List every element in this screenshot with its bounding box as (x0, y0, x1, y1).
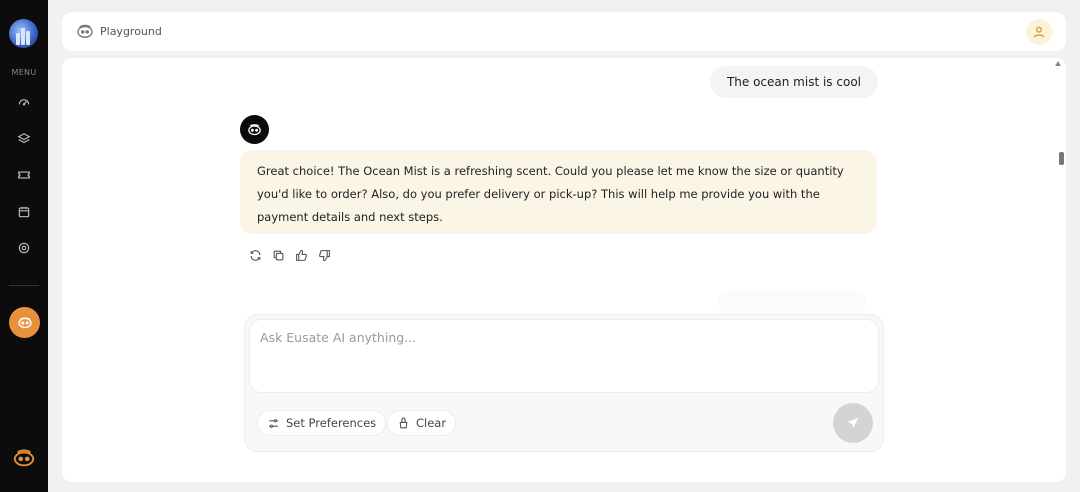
send-icon (847, 417, 859, 428)
regenerate-icon[interactable] (248, 248, 263, 263)
bot-avatar-icon (248, 124, 261, 136)
sidebar: MENU (0, 0, 48, 492)
menu-label: MENU (11, 68, 37, 77)
calendar-icon[interactable] (14, 202, 34, 222)
bot-avatar (240, 115, 269, 144)
message-actions (248, 248, 332, 264)
send-button[interactable] (833, 403, 873, 443)
scrollbar-thumb[interactable] (1059, 152, 1064, 165)
user-message: The ocean mist is cool (709, 66, 878, 98)
eraser-icon (399, 417, 408, 428)
page-title: Playground (100, 25, 162, 38)
assistant-logo-icon[interactable] (10, 446, 38, 470)
faded-previous-message (718, 290, 866, 314)
top-bar: Playground (62, 12, 1066, 51)
settings-icon[interactable] (14, 238, 34, 258)
set-preferences-button[interactable]: Set Preferences (257, 410, 387, 436)
composer: Set Preferences Clear (244, 314, 884, 452)
layers-icon[interactable] (14, 129, 34, 149)
bot-message: Great choice! The Ocean Mist is a refres… (240, 150, 877, 234)
chat-input[interactable] (249, 319, 879, 393)
brand-logo[interactable] (9, 19, 38, 48)
set-preferences-label: Set Preferences (286, 416, 377, 430)
user-icon (1033, 26, 1045, 38)
thumbs-down-icon[interactable] (317, 248, 332, 263)
ticket-icon[interactable] (14, 165, 34, 185)
bot-icon[interactable] (9, 307, 40, 338)
clear-button[interactable]: Clear (387, 410, 457, 436)
sliders-icon (269, 418, 278, 428)
clear-label: Clear (416, 416, 447, 430)
scroll-up-arrow-icon[interactable] (1055, 61, 1061, 66)
user-avatar[interactable] (1026, 19, 1052, 45)
sidebar-divider (9, 285, 39, 286)
gauge-icon[interactable] (14, 92, 34, 112)
copy-icon[interactable] (271, 248, 286, 263)
thumbs-up-icon[interactable] (294, 248, 309, 263)
playground-icon (77, 24, 93, 38)
chat-panel: The ocean mist is cool Great choice! The… (62, 58, 1066, 482)
